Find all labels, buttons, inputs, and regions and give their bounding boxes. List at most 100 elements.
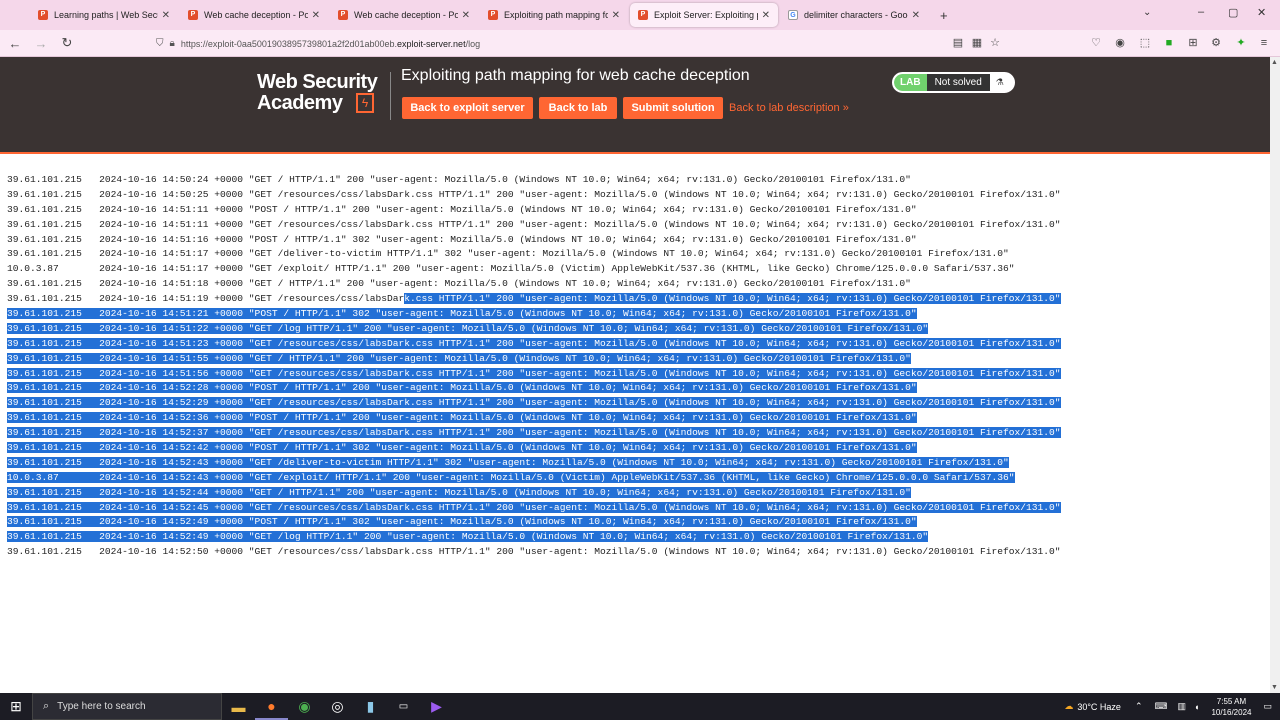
scroll-up-icon[interactable]: ▲: [1271, 59, 1278, 66]
lock-icon[interactable]: 🔒︎: [170, 38, 175, 49]
burp-suite-icon[interactable]: ▶: [420, 693, 453, 720]
tab-close-icon[interactable]: ✕: [162, 10, 170, 21]
log-line: 39.61.101.215 2024-10-16 14:51:19 +0000 …: [7, 292, 1061, 307]
tab-title: delimiter characters - Google S: [804, 10, 908, 20]
lab-header: Web Security Academy ϟ Exploiting path m…: [0, 57, 1270, 152]
log-line: 39.61.101.215 2024-10-16 14:51:23 +0000 …: [7, 337, 1061, 352]
tab-close-icon[interactable]: ✕: [312, 10, 320, 21]
windows-start-icon[interactable]: ⊞: [0, 693, 32, 720]
taskbar-search[interactable]: ⌕ Type here to search: [32, 693, 222, 720]
portswigger-favicon-icon: P: [638, 10, 648, 20]
close-window-icon[interactable]: ✕: [1257, 6, 1266, 19]
log-line-text-selected: 39.61.101.215 2024-10-16 14:52:49 +0000 …: [7, 516, 917, 528]
log-line-text-selected: 39.61.101.215 2024-10-16 14:52:42 +0000 …: [7, 442, 917, 454]
extension-green-icon[interactable]: ■: [1162, 36, 1176, 50]
windows-taskbar: ⊞ ⌕ Type here to search ▬ ● ◉ ◎ ▮ ▭ ▶ ☁ …: [0, 693, 1280, 720]
new-tab-button[interactable]: +: [940, 8, 948, 23]
log-line: 39.61.101.215 2024-10-16 14:52:42 +0000 …: [7, 441, 1061, 456]
tab-title: Exploit Server: Exploiting path: [654, 10, 758, 20]
log-line: 39.61.101.215 2024-10-16 14:52:44 +0000 …: [7, 486, 1061, 501]
tab-close-icon[interactable]: ✕: [762, 10, 770, 21]
log-line: 39.61.101.215 2024-10-16 14:52:50 +0000 …: [7, 546, 1061, 558]
reload-icon[interactable]: ↻: [54, 35, 80, 51]
header-divider: [390, 72, 391, 120]
extension-leaf-icon[interactable]: ✦: [1234, 36, 1248, 50]
back-to-lab-description-link[interactable]: Back to lab description »: [729, 102, 849, 114]
shield-icon[interactable]: ⛉: [156, 38, 164, 49]
volume-icon[interactable]: ◖: [1194, 702, 1199, 712]
chrome-icon[interactable]: ◉: [288, 693, 321, 720]
list-tabs-icon[interactable]: ⌄: [1143, 7, 1151, 18]
log-line: 39.61.101.215 2024-10-16 14:52:45 +0000 …: [7, 501, 1061, 516]
browser-tab[interactable]: P Exploit Server: Exploiting path ✕: [630, 3, 778, 27]
portswigger-favicon-icon: P: [338, 10, 348, 20]
log-line-text-selected: 39.61.101.215 2024-10-16 14:51:23 +0000 …: [7, 337, 1061, 349]
tab-close-icon[interactable]: ✕: [462, 10, 470, 21]
log-line: 39.61.101.215 2024-10-16 14:52:29 +0000 …: [7, 396, 1061, 411]
log-line-text-selected: 39.61.101.215 2024-10-16 14:51:56 +0000 …: [7, 367, 1061, 379]
log-line-text-selected: 39.61.101.215 2024-10-16 14:52:43 +0000 …: [7, 456, 1009, 468]
log-line-text-selected: 39.61.101.215 2024-10-16 14:52:44 +0000 …: [7, 486, 911, 498]
firefox-icon[interactable]: ●: [255, 693, 288, 720]
keyboard-icon[interactable]: ⌨: [1154, 701, 1167, 712]
url-prefix: https://exploit-0aa5001903895739801a2f2d…: [180, 38, 398, 49]
google-favicon-icon: G: [788, 10, 798, 20]
show-hidden-icons[interactable]: ⌃: [1135, 701, 1143, 712]
taskbar-clock[interactable]: 7:55 AM 10/16/2024: [1211, 696, 1251, 718]
file-explorer-icon[interactable]: ▬: [222, 693, 255, 720]
portswigger-favicon-icon: P: [488, 10, 498, 20]
tab-title: Web cache deception - PortSwi: [204, 10, 308, 20]
browser-tab[interactable]: P Exploiting path mapping for we ✕: [480, 3, 628, 27]
page-scrollbar[interactable]: ▲ ▼: [1270, 57, 1280, 693]
back-icon[interactable]: ←: [2, 36, 28, 51]
extensions-icon[interactable]: ⬚: [1138, 36, 1152, 50]
bookmark-star-icon[interactable]: ☆: [988, 36, 1002, 50]
weather-icon: ☁: [1064, 701, 1074, 711]
tab-title: Web cache deception - PortSwi: [354, 10, 458, 20]
weather-text[interactable]: 30°C Haze: [1077, 702, 1121, 712]
browser-tab[interactable]: P Web cache deception - PortSwi ✕: [180, 3, 328, 27]
reader-view-icon[interactable]: ▤: [951, 36, 965, 50]
browser-tab[interactable]: P Learning paths | Web Security A ✕: [30, 3, 178, 27]
tab-title: Exploiting path mapping for we: [504, 10, 608, 20]
notifications-icon[interactable]: ▭: [1263, 701, 1272, 712]
portswigger-favicon-icon: P: [38, 10, 48, 20]
log-line: 39.61.101.215 2024-10-16 14:51:55 +0000 …: [7, 352, 1061, 367]
extension-grid-icon[interactable]: ⊞: [1186, 36, 1200, 50]
back-to-exploit-server-button[interactable]: Back to exploit server: [402, 97, 533, 119]
forward-icon[interactable]: →: [28, 36, 54, 51]
log-line-text-selected: 39.61.101.215 2024-10-16 14:52:37 +0000 …: [7, 427, 1061, 439]
maximize-icon[interactable]: ▢: [1228, 6, 1238, 19]
minimize-icon[interactable]: –: [1198, 6, 1204, 18]
log-line: 39.61.101.215 2024-10-16 14:51:21 +0000 …: [7, 307, 1061, 322]
extension-gear-icon[interactable]: ⚙: [1209, 36, 1223, 50]
back-to-lab-button[interactable]: Back to lab: [539, 97, 617, 119]
browser-tab[interactable]: P Web cache deception - PortSwi ✕: [330, 3, 478, 27]
qr-code-icon[interactable]: ▦: [970, 36, 984, 50]
browser-tab[interactable]: Gdelimiter characters - Google S ✕: [780, 3, 928, 27]
tab-close-icon[interactable]: ✕: [612, 10, 620, 21]
network-icon[interactable]: ▥: [1177, 701, 1186, 712]
log-line-text: 39.61.101.215 2024-10-16 14:51:19 +0000 …: [7, 293, 405, 305]
url-host: exploit-server.net: [397, 38, 466, 49]
log-line-text-selected: k.css HTTP/1.1" 200 "user-agent: Mozilla…: [404, 293, 1061, 305]
log-line-text-selected: 10.0.3.87 2024-10-16 14:52:43 +0000 "GET…: [7, 471, 1015, 483]
log-line-text-selected: 39.61.101.215 2024-10-16 14:52:29 +0000 …: [7, 397, 1061, 409]
submit-solution-button[interactable]: Submit solution: [623, 97, 723, 119]
system-tray: ☁ 30°C Haze ⌃ ⌨ ▥ ◖ 7:55 AM 10/16/2024 ▭: [1064, 693, 1280, 720]
notepad-icon[interactable]: ▮: [354, 693, 387, 720]
account-icon[interactable]: ◉: [1113, 36, 1127, 50]
scroll-down-icon[interactable]: ▼: [1271, 684, 1278, 691]
log-line: 10.0.3.87 2024-10-16 14:52:43 +0000 "GET…: [7, 471, 1061, 486]
terminal-icon[interactable]: ▭: [387, 693, 420, 720]
menu-icon[interactable]: ≡: [1257, 36, 1271, 50]
lightning-icon: ϟ: [356, 93, 374, 113]
log-line-text-selected: 39.61.101.215 2024-10-16 14:51:22 +0000 …: [7, 322, 929, 334]
search-icon: ⌕: [43, 700, 50, 712]
tab-close-icon[interactable]: ✕: [912, 10, 920, 21]
pocket-icon[interactable]: ♡: [1089, 36, 1103, 50]
log-line: 39.61.101.215 2024-10-16 14:51:11 +0000 …: [7, 218, 1061, 230]
media-player-icon[interactable]: ◎: [321, 693, 354, 720]
address-bar[interactable]: ⛉ 🔒︎ https://exploit-0aa5001903895739801…: [156, 33, 1006, 54]
log-line: 39.61.101.215 2024-10-16 14:51:22 +0000 …: [7, 322, 1061, 337]
